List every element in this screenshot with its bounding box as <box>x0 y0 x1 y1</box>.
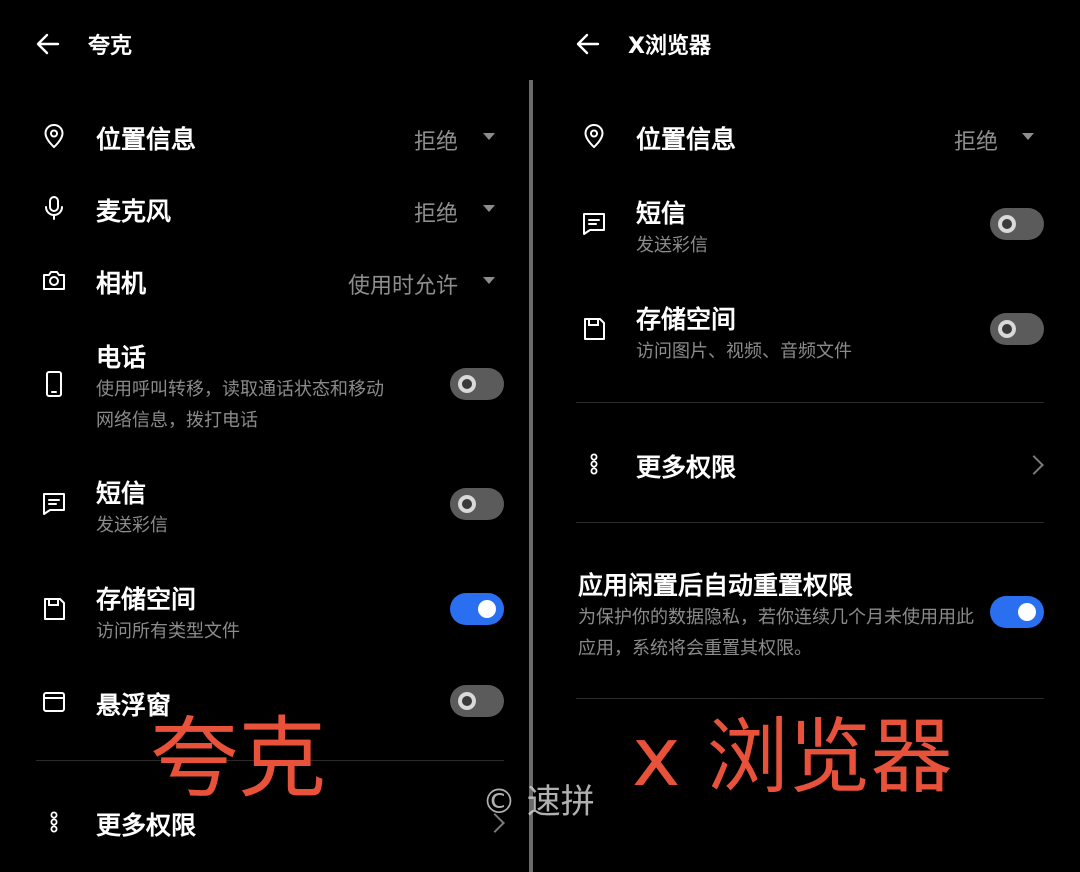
message-icon <box>40 490 68 518</box>
right-panel: X浏览器 位置信息 拒绝 短信 发送彩信 存储空间 访问图片、视频、音频文件 更… <box>540 0 1080 872</box>
left-panel: 夸克 位置信息 拒绝 麦克风 拒绝 相机 使用时允许 电话 使用呼叫转移，读取通… <box>0 0 528 872</box>
perm-label: 短信 <box>636 199 687 228</box>
auto-reset-toggle[interactable] <box>990 596 1044 628</box>
perm-sms[interactable]: 短信 发送彩信 <box>0 472 528 542</box>
perm-location[interactable]: 位置信息 拒绝 <box>0 116 528 156</box>
camera-icon <box>40 266 68 294</box>
perm-desc: 发送彩信 <box>96 515 168 536</box>
phone-icon <box>40 370 68 398</box>
perm-phone[interactable]: 电话 使用呼叫转移，读取通话状态和移动 网络信息，拨打电话 <box>0 336 528 436</box>
perm-value: 拒绝 <box>953 130 998 155</box>
perm-label: 位置信息 <box>636 125 737 154</box>
back-arrow-icon[interactable] <box>574 30 602 58</box>
toggle-knob <box>998 320 1016 338</box>
perm-label: 存储空间 <box>636 305 737 334</box>
perm-desc: 访问图片、视频、音频文件 <box>636 341 852 362</box>
divider-line <box>576 402 1044 403</box>
perm-label: 存储空间 <box>96 585 197 614</box>
back-arrow-icon[interactable] <box>34 30 62 58</box>
save-disk-icon <box>40 595 68 623</box>
dropdown-caret-icon <box>483 277 495 284</box>
phone-toggle[interactable] <box>450 368 504 400</box>
auto-reset-permissions[interactable]: 应用闲置后自动重置权限 为保护你的数据隐私，若你连续几个月未使用用此应用，系统将… <box>540 564 1080 674</box>
location-pin-icon <box>40 122 68 150</box>
perm-storage[interactable]: 存储空间 访问所有类型文件 <box>0 578 528 648</box>
perm-label: 麦克风 <box>96 197 172 226</box>
perm-microphone[interactable]: 麦克风 拒绝 <box>0 188 528 228</box>
floating-window-toggle[interactable] <box>450 685 504 717</box>
perm-value: 使用时允许 <box>347 274 458 299</box>
watermark: © 速拼 <box>482 782 595 822</box>
toggle-knob <box>458 692 476 710</box>
dropdown-caret-icon <box>483 133 495 140</box>
sms-toggle[interactable] <box>450 488 504 520</box>
perm-storage[interactable]: 存储空间 访问图片、视频、音频文件 <box>540 298 1080 368</box>
location-pin-icon <box>580 122 608 150</box>
perm-label: 相机 <box>96 269 147 298</box>
chevron-right-icon <box>1024 455 1044 475</box>
divider-line <box>576 522 1044 523</box>
storage-toggle[interactable] <box>450 593 504 625</box>
save-disk-icon <box>580 315 608 343</box>
perm-desc: 网络信息，拨打电话 <box>96 410 258 431</box>
perm-value: 拒绝 <box>413 202 458 227</box>
perm-location[interactable]: 位置信息 拒绝 <box>540 116 1080 156</box>
toggle-knob <box>998 215 1016 233</box>
perm-label: 短信 <box>96 479 147 508</box>
microphone-icon <box>40 194 68 222</box>
auto-reset-title: 应用闲置后自动重置权限 <box>578 571 854 600</box>
perm-desc: 使用呼叫转移，读取通话状态和移动 <box>96 379 384 400</box>
more-dots-icon <box>580 450 608 478</box>
sms-toggle[interactable] <box>990 208 1044 240</box>
page-title: X浏览器 <box>628 34 711 59</box>
panel-divider <box>529 80 533 872</box>
perm-sms[interactable]: 短信 发送彩信 <box>540 192 1080 262</box>
toggle-knob <box>458 375 476 393</box>
perm-label: 位置信息 <box>96 125 197 154</box>
more-permissions[interactable]: 更多权限 <box>540 444 1080 484</box>
dropdown-caret-icon <box>483 205 495 212</box>
more-dots-icon <box>40 808 68 836</box>
perm-label: 电话 <box>96 343 147 372</box>
dropdown-caret-icon <box>1022 133 1034 140</box>
left-topbar: 夸克 <box>0 24 132 64</box>
auto-reset-desc: 为保护你的数据隐私，若你连续几个月未使用用此应用，系统将会重置其权限。 <box>578 607 974 659</box>
toggle-knob <box>478 600 496 618</box>
window-icon <box>40 688 68 716</box>
overlay-caption: 夸克 <box>150 707 327 810</box>
perm-camera[interactable]: 相机 使用时允许 <box>0 260 528 300</box>
toggle-knob <box>458 495 476 513</box>
perm-value: 拒绝 <box>413 130 458 155</box>
perm-desc: 发送彩信 <box>636 235 708 256</box>
message-icon <box>580 210 608 238</box>
overlay-caption: x 浏览器 <box>632 710 953 805</box>
page-title: 夸克 <box>88 34 133 59</box>
right-topbar: X浏览器 <box>540 24 711 64</box>
more-label: 更多权限 <box>636 453 737 482</box>
toggle-knob <box>1018 603 1036 621</box>
perm-desc: 访问所有类型文件 <box>96 621 240 642</box>
storage-toggle[interactable] <box>990 313 1044 345</box>
